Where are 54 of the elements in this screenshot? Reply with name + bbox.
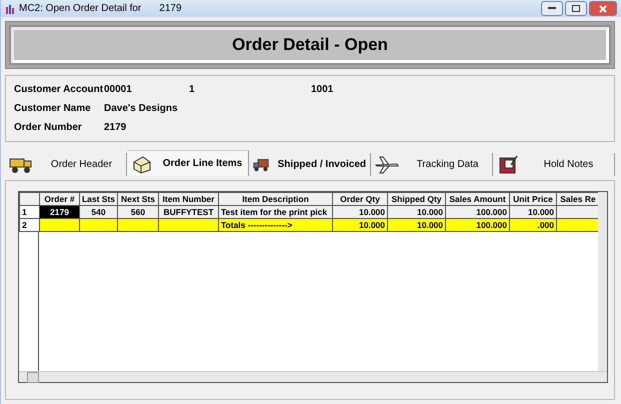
page-heading: Order Detail - Open xyxy=(11,27,609,63)
totals-cell[interactable] xyxy=(40,218,80,232)
app-icon xyxy=(5,4,15,14)
column-header[interactable]: Item Number xyxy=(158,192,218,206)
table-cell[interactable]: 10.000 xyxy=(510,206,556,218)
table-cell[interactable]: 560 xyxy=(118,206,158,218)
window-title-number: 2179 xyxy=(159,3,182,14)
table-cell[interactable]: BUFFYTEST xyxy=(158,206,218,218)
totals-cell[interactable]: 10.000 xyxy=(332,218,388,232)
totals-cell[interactable]: .000 xyxy=(510,218,556,232)
table-cell[interactable]: 10.000 xyxy=(388,206,446,218)
table-cell[interactable]: Test item for the print pick xyxy=(218,206,332,218)
table-cell[interactable]: 100.000 xyxy=(446,206,510,218)
notebook-icon xyxy=(497,154,519,174)
maximize-button[interactable] xyxy=(565,1,587,16)
field-value: 00001 xyxy=(104,84,133,95)
column-header[interactable]: Item Description xyxy=(218,192,332,206)
totals-cell[interactable]: Totals --------------> xyxy=(218,218,332,232)
close-icon xyxy=(599,4,607,12)
field-value: 1001 xyxy=(311,84,334,95)
vertical-scrollbar[interactable] xyxy=(598,192,607,371)
column-header[interactable]: Order Qty xyxy=(332,192,388,206)
totals-cell[interactable] xyxy=(80,218,118,232)
totals-cell[interactable] xyxy=(158,218,218,232)
totals-cell[interactable]: 100.000 xyxy=(446,218,510,232)
horizontal-scrollbar[interactable] xyxy=(19,371,607,382)
window-title: MC2: Open Order Detail for xyxy=(19,3,142,14)
minimize-icon xyxy=(548,7,556,10)
field-value: Dave's Designs xyxy=(104,103,179,114)
column-header[interactable]: Next Sts xyxy=(118,192,158,206)
totals-cell[interactable] xyxy=(118,218,158,232)
row-number: 2 xyxy=(20,218,40,232)
row-number: 1 xyxy=(20,206,40,218)
column-header[interactable]: Unit Price xyxy=(510,192,556,206)
column-header[interactable]: Shipped Qty xyxy=(388,192,446,206)
field-label: Order Number xyxy=(14,122,83,133)
column-header[interactable]: Last Sts xyxy=(80,192,118,206)
totals-cell[interactable]: 10.000 xyxy=(388,218,446,232)
maximize-icon xyxy=(572,5,580,12)
field-label: Customer Name xyxy=(14,103,92,114)
table-cell[interactable]: 2179 xyxy=(40,206,80,218)
field-value: 2179 xyxy=(104,122,128,133)
box-icon xyxy=(131,154,153,174)
airplane-icon xyxy=(375,156,399,174)
column-header[interactable]: Order # xyxy=(40,192,80,206)
field-label: Customer Account xyxy=(14,84,104,95)
column-header[interactable]: Sales Re xyxy=(556,192,600,206)
column-header[interactable]: Sales Amount xyxy=(446,192,510,206)
field-value: 1 xyxy=(189,84,196,95)
close-button[interactable] xyxy=(589,1,617,16)
table-cell[interactable]: 10.000 xyxy=(332,206,388,218)
minimize-button[interactable] xyxy=(541,1,563,16)
tab[interactable]: Order Line Items xyxy=(127,150,249,176)
table-cell[interactable]: 540 xyxy=(80,206,118,218)
